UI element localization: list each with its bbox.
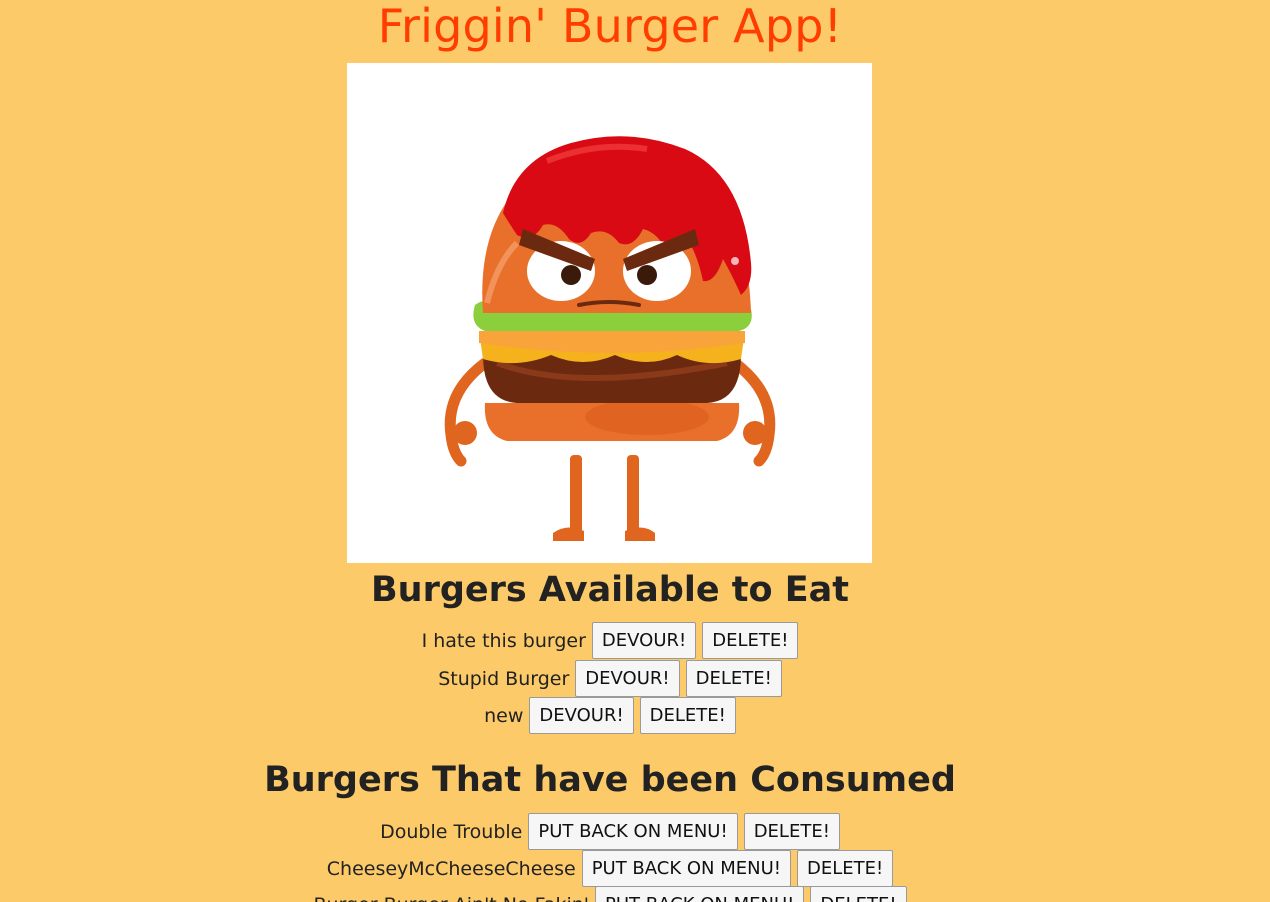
consumed-heading: Burgers That have been Consumed <box>264 760 956 800</box>
delete-button[interactable]: DELETE! <box>685 660 782 697</box>
put-back-button[interactable]: PUT BACK ON MENU! <box>528 813 738 850</box>
devour-button[interactable]: DEVOUR! <box>575 660 680 697</box>
devour-button[interactable]: DEVOUR! <box>591 622 697 659</box>
list-item: Stupid Burger DEVOUR! DELETE! <box>0 660 1220 697</box>
list-item: CheeseyMcCheeseCheese PUT BACK ON MENU! … <box>0 850 1220 887</box>
burger-name: Burger Burger Ain't No Fakin' <box>313 894 589 902</box>
burger-name: Double Trouble <box>380 820 523 843</box>
app-title: Friggin' Burger App! <box>377 0 843 53</box>
devour-button[interactable]: DEVOUR! <box>529 697 634 734</box>
burger-name: CheeseyMcCheeseCheese <box>326 857 576 880</box>
angry-burger-icon <box>444 136 776 541</box>
delete-button[interactable]: DELETE! <box>702 622 799 659</box>
list-item: I hate this burger DEVOUR! DELETE! <box>0 622 1220 659</box>
delete-button[interactable]: DELETE! <box>797 850 894 887</box>
delete-button[interactable]: DELETE! <box>810 886 907 902</box>
delete-button[interactable]: DELETE! <box>639 697 736 734</box>
available-heading: Burgers Available to Eat <box>370 570 849 610</box>
hero-image <box>347 63 872 563</box>
list-item: Burger Burger Ain't No Fakin' PUT BACK O… <box>0 886 1220 902</box>
list-item: Double Trouble PUT BACK ON MENU! DELETE! <box>0 813 1220 850</box>
burger-name: new <box>484 704 524 727</box>
burger-name: I hate this burger <box>421 629 586 652</box>
delete-button[interactable]: DELETE! <box>743 813 840 850</box>
put-back-button[interactable]: PUT BACK ON MENU! <box>595 886 805 902</box>
put-back-button[interactable]: PUT BACK ON MENU! <box>581 850 791 887</box>
burger-name: Stupid Burger <box>438 667 570 690</box>
list-item: new DEVOUR! DELETE! <box>0 697 1220 734</box>
page: Friggin' Burger App! Burgers Available t… <box>0 0 1270 902</box>
